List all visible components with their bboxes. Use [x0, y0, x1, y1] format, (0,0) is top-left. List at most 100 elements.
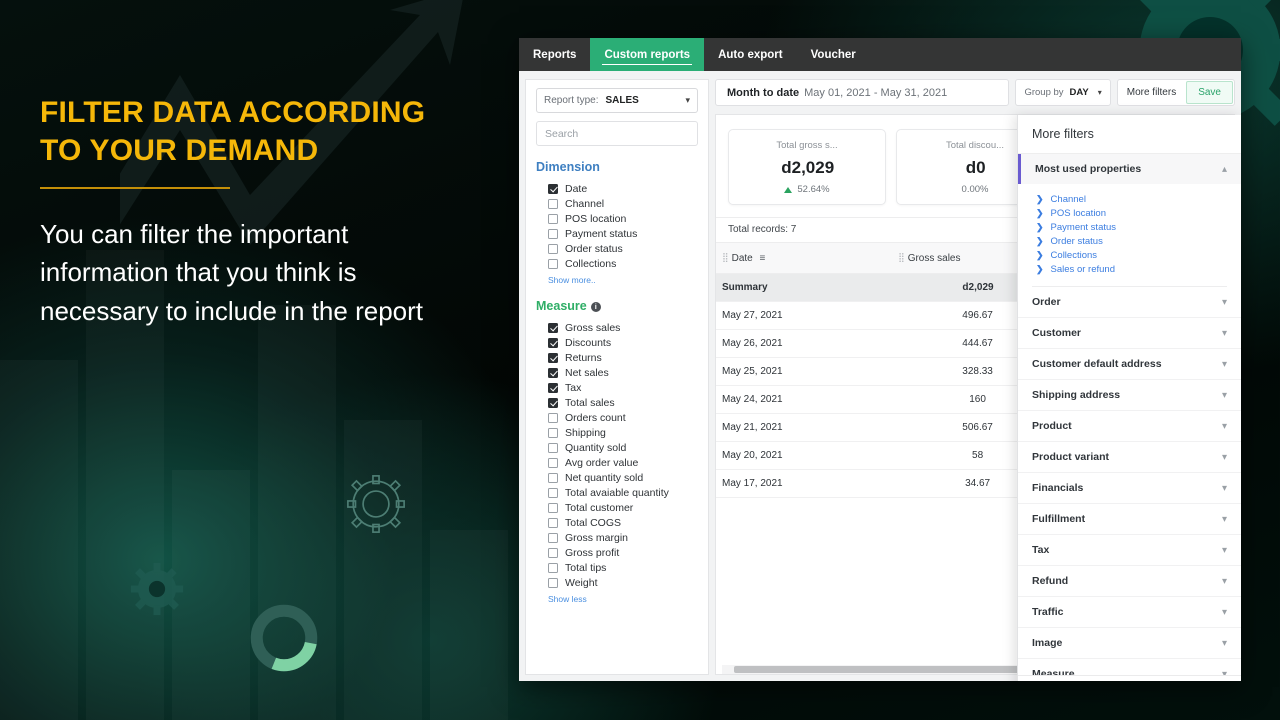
column-header-date[interactable]: ⣿ Date ≡: [716, 242, 893, 274]
filter-section-header[interactable]: Measure ▾: [1018, 659, 1241, 675]
checkbox-option[interactable]: Total avaiable quantity: [536, 485, 698, 500]
checkbox-option-label: Quantity sold: [565, 441, 627, 454]
checkbox-unchecked-icon[interactable]: [548, 502, 558, 513]
tab-reports[interactable]: Reports: [519, 38, 590, 71]
filter-section-header[interactable]: Fulfillment ▾: [1018, 504, 1241, 535]
checkbox-unchecked-icon[interactable]: [548, 487, 558, 498]
save-button[interactable]: Save: [1186, 81, 1233, 104]
checkbox-checked-icon[interactable]: [548, 397, 558, 408]
checkbox-unchecked-icon[interactable]: [548, 517, 558, 528]
sort-descending-icon[interactable]: ≡: [760, 253, 766, 264]
checkbox-unchecked-icon[interactable]: [548, 258, 558, 269]
more-filters-button[interactable]: More filters: [1118, 80, 1185, 105]
dimension-show-more-link[interactable]: Show more..: [536, 275, 698, 285]
most-used-properties-header[interactable]: Most used properties ▴: [1018, 154, 1241, 184]
most-used-property-item[interactable]: ❯ Collections: [1032, 248, 1227, 262]
filter-section-header[interactable]: Customer ▾: [1018, 318, 1241, 349]
checkbox-option[interactable]: Date: [536, 181, 698, 196]
checkbox-option[interactable]: Shipping: [536, 425, 698, 440]
checkbox-option[interactable]: Avg order value: [536, 455, 698, 470]
group-by-value: DAY: [1069, 87, 1089, 98]
checkbox-unchecked-icon[interactable]: [548, 228, 558, 239]
checkbox-option[interactable]: Discounts: [536, 335, 698, 350]
checkbox-unchecked-icon[interactable]: [548, 532, 558, 543]
checkbox-option-label: Total customer: [565, 501, 634, 514]
checkbox-checked-icon[interactable]: [548, 322, 558, 333]
checkbox-option[interactable]: Net sales: [536, 365, 698, 380]
checkbox-checked-icon[interactable]: [548, 337, 558, 348]
checkbox-option[interactable]: Net quantity sold: [536, 470, 698, 485]
checkbox-unchecked-icon[interactable]: [548, 472, 558, 483]
filter-section-label: Measure: [1032, 668, 1075, 675]
checkbox-unchecked-icon[interactable]: [548, 243, 558, 254]
info-icon[interactable]: i: [590, 302, 601, 312]
checkbox-option[interactable]: Gross margin: [536, 530, 698, 545]
more-filters-scroll-area[interactable]: Most used properties ▴ ❯ Channel ❯ POS loca…: [1018, 154, 1241, 675]
checkbox-checked-icon[interactable]: [548, 367, 558, 378]
checkbox-checked-icon[interactable]: [548, 183, 558, 194]
checkbox-option[interactable]: Weight: [536, 575, 698, 590]
checkbox-option[interactable]: Total COGS: [536, 515, 698, 530]
filter-section-header[interactable]: Image ▾: [1018, 628, 1241, 659]
checkbox-unchecked-icon[interactable]: [548, 198, 558, 209]
checkbox-option[interactable]: Orders count: [536, 410, 698, 425]
checkbox-option[interactable]: Order status: [536, 241, 698, 256]
report-type-select[interactable]: Report type: SALES ▾: [536, 88, 698, 113]
checkbox-option[interactable]: Payment status: [536, 226, 698, 241]
checkbox-option[interactable]: Channel: [536, 196, 698, 211]
checkbox-option[interactable]: POS location: [536, 211, 698, 226]
most-used-property-item[interactable]: ❯ Payment status: [1032, 220, 1227, 234]
filter-section-header[interactable]: Product ▾: [1018, 411, 1241, 442]
checkbox-unchecked-icon[interactable]: [548, 547, 558, 558]
filter-section-header[interactable]: Traffic ▾: [1018, 597, 1241, 628]
filter-section-header[interactable]: Product variant ▾: [1018, 442, 1241, 473]
checkbox-unchecked-icon[interactable]: [548, 427, 558, 438]
checkbox-checked-icon[interactable]: [548, 352, 558, 363]
column-header-gross-sales-label: Gross sales: [907, 253, 961, 264]
most-used-property-item[interactable]: ❯ Channel: [1032, 192, 1227, 206]
filter-section-label: Customer: [1032, 327, 1082, 339]
table-cell: May 24, 2021: [716, 385, 893, 414]
checkbox-unchecked-icon[interactable]: [548, 442, 558, 453]
filter-section-header[interactable]: Tax ▾: [1018, 535, 1241, 566]
checkbox-unchecked-icon[interactable]: [548, 577, 558, 588]
checkbox-checked-icon[interactable]: [548, 382, 558, 393]
measure-show-less-link[interactable]: Show less: [536, 594, 698, 604]
checkbox-option-label: Total tips: [565, 561, 607, 574]
checkbox-option-label: Collections: [565, 257, 617, 270]
checkbox-option[interactable]: Collections: [536, 256, 698, 271]
checkbox-unchecked-icon[interactable]: [548, 213, 558, 224]
filter-section-label: Financials: [1032, 482, 1084, 494]
checkbox-unchecked-icon[interactable]: [548, 412, 558, 423]
most-used-property-item[interactable]: ❯ POS location: [1032, 206, 1227, 220]
background-donut-chart-decor: [250, 604, 318, 672]
filter-section-header[interactable]: Refund ▾: [1018, 566, 1241, 597]
promo-headline: FILTER DATA ACCORDING TO YOUR DEMAND: [40, 96, 426, 168]
most-used-property-item[interactable]: ❯ Sales or refund: [1032, 262, 1227, 276]
most-used-property-item[interactable]: ❯ Order status: [1032, 234, 1227, 248]
save-label: Save: [1198, 87, 1221, 98]
checkbox-option[interactable]: Total customer: [536, 500, 698, 515]
checkbox-option[interactable]: Returns: [536, 350, 698, 365]
filter-section-header[interactable]: Shipping address ▾: [1018, 380, 1241, 411]
tab-custom-reports[interactable]: Custom reports: [590, 38, 705, 71]
date-range-picker[interactable]: Month to date May 01, 2021 - May 31, 202…: [715, 79, 1010, 106]
checkbox-option[interactable]: Gross profit: [536, 545, 698, 560]
checkbox-option[interactable]: Tax: [536, 380, 698, 395]
group-by-select[interactable]: Group by DAY ▾: [1015, 79, 1111, 106]
search-input[interactable]: Search: [536, 121, 698, 146]
checkbox-option[interactable]: Quantity sold: [536, 440, 698, 455]
filter-section-header[interactable]: Financials ▾: [1018, 473, 1241, 504]
tab-voucher[interactable]: Voucher: [797, 38, 870, 71]
filter-section-header[interactable]: Customer default address ▾: [1018, 349, 1241, 380]
chevron-down-icon: ▾: [1221, 513, 1227, 525]
checkbox-option[interactable]: Gross sales: [536, 320, 698, 335]
chevron-down-icon: ▾: [1221, 389, 1227, 401]
checkbox-option[interactable]: Total tips: [536, 560, 698, 575]
checkbox-option[interactable]: Total sales: [536, 395, 698, 410]
tab-auto-export[interactable]: Auto export: [704, 38, 797, 71]
checkbox-unchecked-icon[interactable]: [548, 562, 558, 573]
checkbox-unchecked-icon[interactable]: [548, 457, 558, 468]
filter-section-header[interactable]: Order ▾: [1018, 287, 1241, 318]
tab-auto-export-label: Auto export: [718, 48, 783, 61]
